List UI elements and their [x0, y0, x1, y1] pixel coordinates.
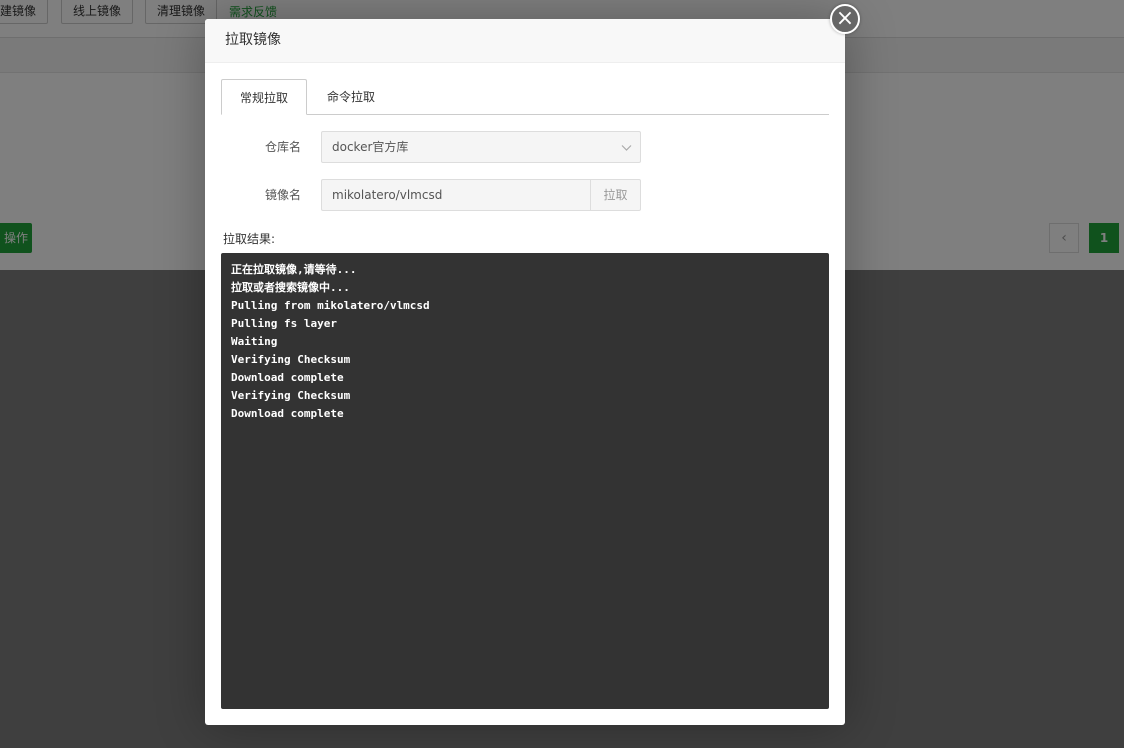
chevron-down-icon: [621, 132, 632, 162]
repo-select-value: docker官方库: [332, 140, 409, 154]
image-row: 镜像名 mikolatero/vlmcsd 拉取: [221, 179, 829, 211]
console-line: 正在拉取镜像,请等待...: [231, 263, 357, 276]
repo-select[interactable]: docker官方库: [321, 131, 641, 163]
repo-row: 仓库名 docker官方库: [221, 131, 829, 163]
console-line: Verifying Checksum: [231, 353, 351, 366]
console-line: Pulling fs layer: [231, 317, 337, 330]
pull-image-modal: 拉取镜像 常规拉取 命令拉取 仓库名 docker官方库 镜像名 mikolat…: [205, 19, 845, 725]
console-line: Verifying Checksum: [231, 389, 351, 402]
tab-regular-pull[interactable]: 常规拉取: [221, 79, 308, 115]
image-label: 镜像名: [264, 188, 301, 202]
close-icon[interactable]: ×: [830, 4, 860, 34]
console-line: Waiting: [231, 335, 278, 348]
repo-label: 仓库名: [264, 140, 301, 154]
tab-bar: 常规拉取 命令拉取: [221, 79, 829, 115]
console-line: Pulling from mikolatero/vlmcsd: [231, 299, 430, 312]
modal-title: 拉取镜像: [205, 19, 845, 63]
console-line: Download complete: [231, 371, 344, 384]
image-name-input[interactable]: mikolatero/vlmcsd: [321, 179, 591, 211]
console-line: Download complete: [231, 407, 344, 420]
result-label: 拉取结果:: [223, 232, 276, 246]
pull-result-console[interactable]: 正在拉取镜像,请等待... 拉取或者搜索镜像中... Pulling from mi…: [221, 253, 829, 709]
tab-command-pull[interactable]: 命令拉取: [309, 79, 393, 115]
pull-button[interactable]: 拉取: [590, 179, 641, 211]
console-line: 拉取或者搜索镜像中...: [231, 281, 350, 294]
